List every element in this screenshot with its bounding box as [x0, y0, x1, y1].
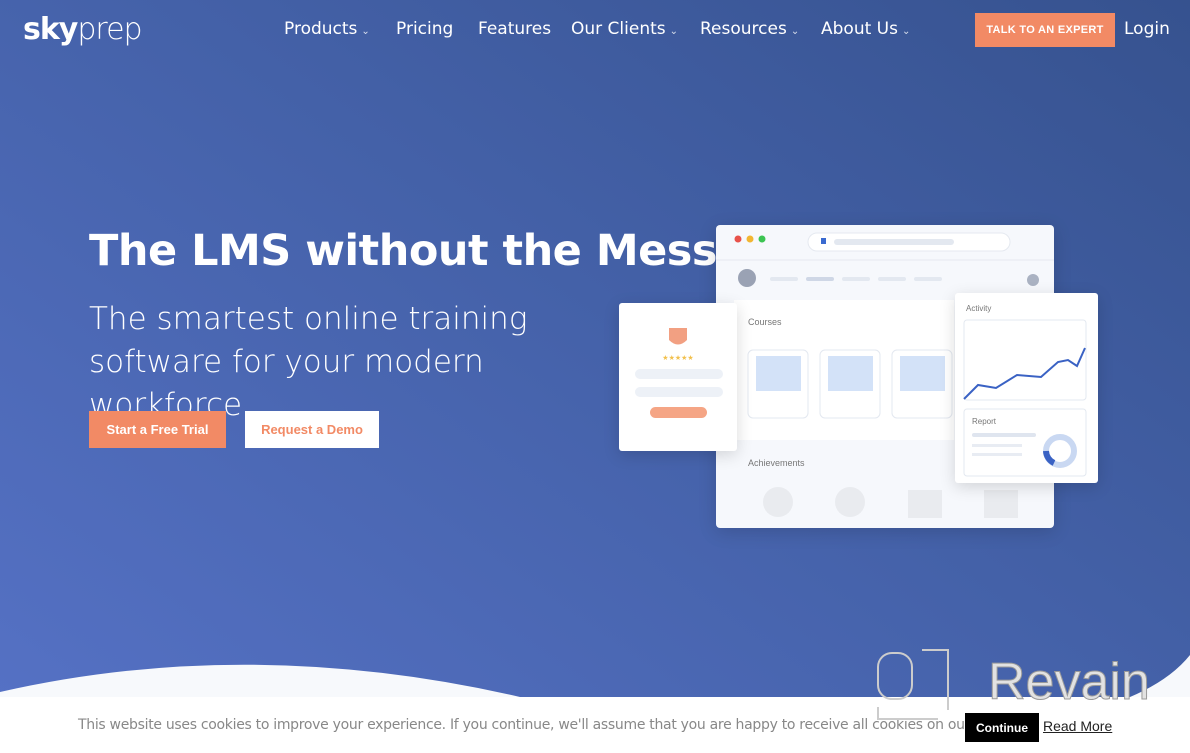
nav-label: Pricing — [396, 19, 454, 39]
nav-label: About Us — [821, 19, 898, 39]
hero-title: The LMS without the Mess — [89, 226, 717, 276]
logo-light: prep — [77, 12, 142, 47]
logo-bold: sky — [23, 12, 78, 47]
nav-products[interactable]: Products ⌄ — [284, 19, 370, 39]
nav-label: Products — [284, 19, 358, 39]
profile-card-illustration: ★★★★★ — [619, 303, 737, 451]
badge-icon: ★★★★★ — [635, 328, 723, 418]
start-free-trial-button[interactable]: Start a Free Trial — [89, 411, 226, 448]
revain-watermark: Revain — [988, 653, 1151, 712]
svg-text:★★★★★: ★★★★★ — [662, 354, 693, 362]
chevron-down-icon: ⌄ — [669, 26, 679, 37]
login-link[interactable]: Login — [1124, 19, 1170, 39]
cookie-read-more-link[interactable]: Read More — [1043, 718, 1112, 734]
talk-to-expert-button[interactable]: TALK TO AN EXPERT — [975, 13, 1115, 47]
nav-label: Our Clients — [571, 19, 666, 39]
courses-label: Courses — [748, 317, 782, 327]
logo[interactable]: skyprep — [23, 12, 143, 47]
nav-our-clients[interactable]: Our Clients ⌄ — [571, 19, 678, 39]
chevron-down-icon: ⌄ — [790, 26, 800, 37]
chevron-down-icon: ⌄ — [361, 26, 370, 37]
activity-chart-icon — [963, 319, 1087, 477]
hero-subtitle: The smartest online training software fo… — [89, 301, 528, 423]
achievements-label: Achievements — [748, 458, 805, 468]
nav-label: Features — [478, 19, 552, 39]
nav-features[interactable]: Features — [478, 19, 551, 39]
nav-label: Resources — [700, 19, 787, 39]
nav-resources[interactable]: Resources ⌄ — [700, 19, 799, 39]
nav-pricing[interactable]: Pricing — [396, 19, 453, 39]
request-demo-button[interactable]: Request a Demo — [245, 411, 379, 448]
cookie-continue-button[interactable]: Continue — [965, 713, 1039, 742]
chevron-down-icon: ⌄ — [901, 26, 911, 37]
revain-logo-icon — [877, 649, 949, 720]
activity-card-illustration: Activity Report — [955, 293, 1098, 483]
header: skyprep Products ⌄ Pricing Features Our C… — [0, 0, 1190, 58]
nav-about-us[interactable]: About Us ⌄ — [821, 19, 910, 39]
report-label: Report — [972, 417, 997, 426]
